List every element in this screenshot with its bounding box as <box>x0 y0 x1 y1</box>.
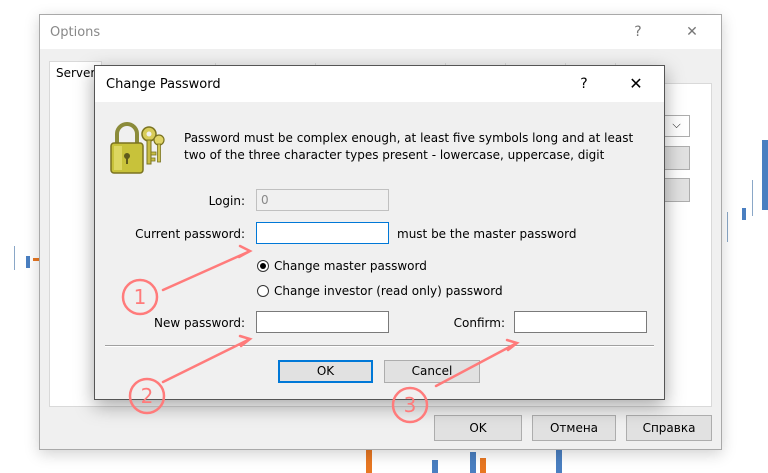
chart-candle <box>366 449 372 473</box>
radio-master-label[interactable]: Change master password <box>274 259 427 273</box>
help-button[interactable]: ? <box>571 74 597 94</box>
radio-investor-label[interactable]: Change investor (read only) password <box>274 284 503 298</box>
login-label: Login: <box>208 194 245 208</box>
options-close-button[interactable]: ✕ <box>677 21 707 43</box>
password-rules-text: Password must be complex enough, at leas… <box>184 131 634 162</box>
new-password-input[interactable] <box>256 311 389 333</box>
radio-investor-password[interactable] <box>257 285 269 297</box>
chart-candle <box>742 208 746 220</box>
change-password-dialog: Change Password ? ✕ Password must be com… <box>94 65 665 400</box>
chart-candle <box>556 449 562 473</box>
radio-master-password[interactable] <box>257 260 269 272</box>
options-side-button[interactable] <box>663 146 690 170</box>
close-button[interactable]: ✕ <box>619 74 653 94</box>
chart-candle <box>432 460 438 473</box>
chart-candle <box>480 458 486 473</box>
current-password-hint: must be the master password <box>397 227 577 241</box>
login-field: 0 <box>256 189 389 211</box>
ok-button[interactable]: OK <box>278 360 373 383</box>
radio-selected-dot <box>260 263 266 269</box>
cancel-button[interactable]: Cancel <box>384 360 480 383</box>
options-help-text-button[interactable]: Справка <box>626 415 712 441</box>
chart-candle <box>26 256 30 268</box>
confirm-password-input[interactable] <box>514 311 647 333</box>
chart-candle <box>14 246 15 270</box>
options-ok-button[interactable]: OK <box>434 415 522 441</box>
chevron-down-icon[interactable]: ⌵ <box>663 115 690 137</box>
options-cancel-button[interactable]: Отмена <box>532 415 616 441</box>
options-title: Options <box>50 25 101 40</box>
options-help-button[interactable]: ? <box>623 21 653 43</box>
new-password-label: New password: <box>153 316 245 330</box>
dialog-separator <box>105 345 654 347</box>
current-password-label: Current password: <box>135 227 245 241</box>
current-password-input[interactable] <box>256 222 389 244</box>
chart-candle <box>762 140 768 210</box>
options-titlebar: Options ? ✕ <box>40 15 721 49</box>
padlock-keys-icon <box>110 122 165 174</box>
chart-candle <box>470 452 476 473</box>
options-side-button[interactable] <box>663 178 690 202</box>
confirm-label: Confirm: <box>453 316 505 330</box>
dialog-titlebar: Change Password ? ✕ <box>95 66 664 102</box>
dialog-title: Change Password <box>106 77 221 92</box>
chart-candle <box>727 212 728 242</box>
chart-candle <box>752 180 753 216</box>
